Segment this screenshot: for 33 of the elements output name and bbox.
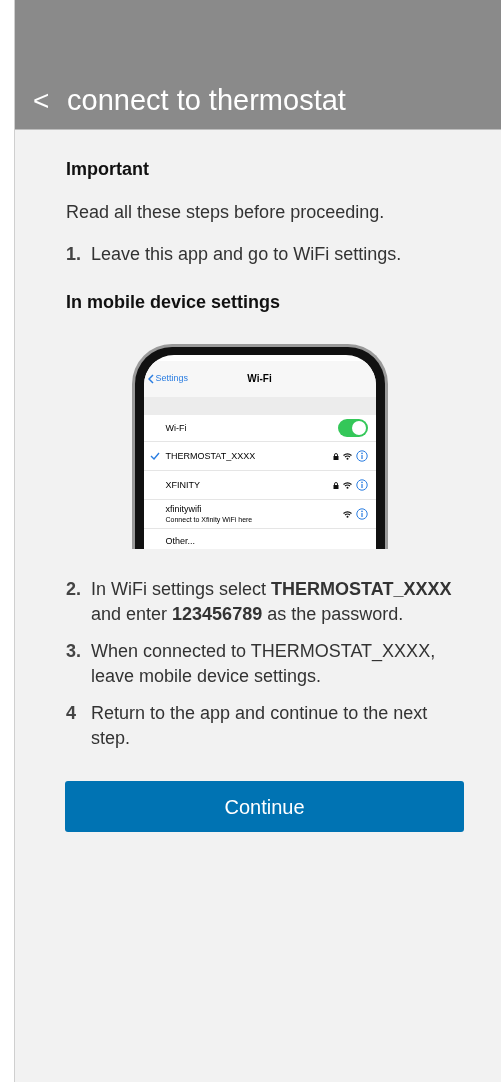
step-text: Leave this app and go to WiFi settings. <box>91 243 403 266</box>
network-name: THERMOSTAT_XXXX <box>165 450 257 463</box>
lock-icon <box>332 453 339 460</box>
page-title: connect to thermostat <box>67 86 346 115</box>
wifi-label: Wi-Fi <box>165 421 188 435</box>
wifi-signal-icon <box>342 511 352 518</box>
wifi-toggle[interactable] <box>337 419 368 438</box>
screen-title: Wi-Fi <box>247 372 272 387</box>
network-name[interactable]: Other... <box>143 529 376 549</box>
step-text: In WiFi settings select THERMOSTAT_XXXX and enter 123456789 as the password. <box>91 578 453 626</box>
step-number: 3. <box>66 640 82 663</box>
network-name: XFINITY <box>165 479 201 492</box>
wifi-signal-icon <box>342 453 352 460</box>
info-icon[interactable] <box>355 508 368 521</box>
back-link[interactable]: Settings <box>147 372 221 386</box>
section-heading: In mobile device settings <box>66 291 282 314</box>
checkmark-icon <box>149 452 160 461</box>
wifi-signal-icon <box>342 482 352 489</box>
network-row[interactable]: THERMOSTAT_XXXX <box>143 442 376 472</box>
step-text: Return to the app and continue to the next step. <box>91 702 429 750</box>
network-name: xfinitywifi <box>165 504 203 516</box>
step-number: 4 <box>66 702 77 725</box>
chevron-left-icon <box>147 373 154 384</box>
intro-text: Read all these steps before proceeding. <box>66 201 386 224</box>
info-icon[interactable] <box>355 479 368 492</box>
section-heading: Important <box>66 158 150 181</box>
lock-icon <box>332 482 339 489</box>
step-number: 2. <box>66 578 82 601</box>
step-text: When connected to THERMOSTAT_XXXX, leave mobile device settings. <box>91 640 437 688</box>
network-row[interactable]: XFINITY <box>143 471 376 501</box>
continue-button[interactable]: Continue <box>65 781 464 832</box>
step-number: 1. <box>66 243 82 266</box>
info-icon[interactable] <box>355 450 368 463</box>
